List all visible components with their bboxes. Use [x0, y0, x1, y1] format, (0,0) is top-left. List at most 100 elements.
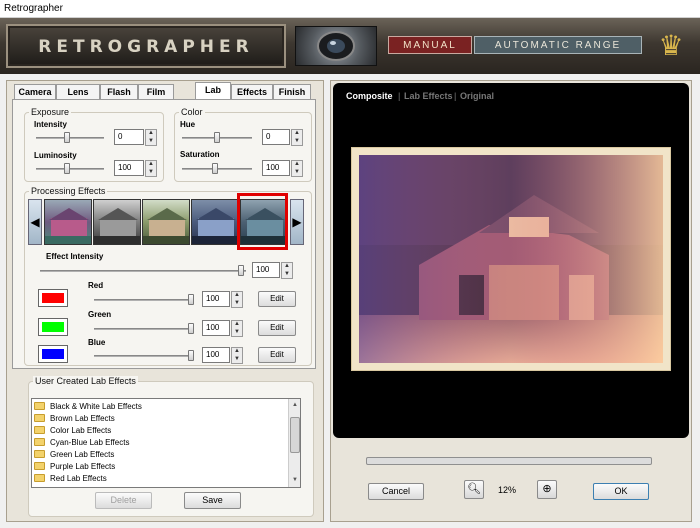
- hue-label: Hue: [180, 120, 196, 129]
- tab-flash[interactable]: Flash: [100, 84, 138, 100]
- red-input[interactable]: 100: [202, 291, 230, 307]
- hue-input[interactable]: 0: [262, 129, 290, 145]
- tab-label: Film: [146, 87, 166, 97]
- view-tab-lab-effects[interactable]: Lab Effects: [404, 91, 453, 101]
- effect-thumbnail[interactable]: [44, 199, 92, 245]
- hue-spinner[interactable]: ▲ ▼: [291, 129, 303, 146]
- scroll-up-icon[interactable]: ▲: [290, 400, 300, 410]
- tab-finish[interactable]: Finish: [273, 84, 311, 100]
- saturation-spinner[interactable]: ▲ ▼: [291, 160, 303, 177]
- luminosity-label: Luminosity: [34, 151, 77, 160]
- tab-label: Lab: [204, 85, 221, 95]
- intensity-spinner[interactable]: ▲ ▼: [145, 129, 157, 146]
- effect-intensity-input[interactable]: 100: [252, 262, 280, 278]
- luminosity-slider-track[interactable]: [36, 168, 104, 170]
- saturation-input[interactable]: 100: [262, 160, 290, 176]
- ok-button[interactable]: OK: [593, 483, 649, 500]
- list-item-label: Brown Lab Effects: [50, 414, 115, 423]
- arrow-right-icon: ▶: [292, 215, 302, 229]
- blue-slider-thumb[interactable]: [188, 350, 194, 361]
- crown-logo-icon: ♛: [658, 29, 684, 62]
- list-item-label: Purple Lab Effects: [50, 462, 116, 471]
- list-scrollbar[interactable]: ▲ ▼: [288, 399, 300, 487]
- folder-icon: [34, 402, 45, 410]
- red-spinner[interactable]: ▲ ▼: [231, 291, 243, 308]
- zoom-in-button[interactable]: ⊕: [537, 480, 557, 499]
- view-separator: |: [454, 91, 457, 101]
- automatic-range-button[interactable]: AUTOMATIC RANGE: [474, 36, 642, 54]
- render-progress-bar: [366, 457, 652, 465]
- tab-label: Lens: [67, 87, 89, 97]
- tab-camera[interactable]: Camera: [14, 84, 56, 100]
- blue-spinner[interactable]: ▲ ▼: [231, 347, 243, 364]
- red-swatch: [38, 289, 68, 307]
- green-slider-thumb[interactable]: [188, 323, 194, 334]
- delete-button[interactable]: Delete: [95, 492, 152, 509]
- effect-intensity-spinner[interactable]: ▲ ▼: [281, 262, 293, 279]
- tab-label: Effects: [236, 87, 267, 97]
- tab-label: Finish: [278, 87, 306, 97]
- list-item[interactable]: Brown Lab Effects: [34, 413, 115, 425]
- tab-label: Camera: [18, 87, 52, 97]
- preview-image: [359, 155, 663, 363]
- user-effects-list: Black & White Lab Effects Brown Lab Effe…: [31, 398, 301, 488]
- luminosity-slider-thumb[interactable]: [64, 163, 70, 174]
- zoom-out-button[interactable]: 🔍︎: [464, 480, 484, 499]
- zoom-level: 12%: [498, 485, 517, 495]
- save-button[interactable]: Save: [184, 492, 241, 509]
- preview-photo: [352, 148, 670, 370]
- view-tab-composite[interactable]: Composite: [346, 91, 393, 101]
- tab-lens[interactable]: Lens: [56, 84, 100, 100]
- effect-intensity-thumb[interactable]: [238, 265, 244, 276]
- manual-mode-button[interactable]: MANUAL: [388, 36, 472, 54]
- scroll-down-icon[interactable]: ▼: [290, 475, 300, 485]
- folder-icon: [34, 426, 45, 434]
- red-slider-track[interactable]: [94, 299, 194, 301]
- blue-edit-button[interactable]: Edit: [258, 347, 296, 363]
- intensity-label: Intensity: [34, 120, 67, 129]
- effect-thumbnail[interactable]: [142, 199, 190, 245]
- tab-film[interactable]: Film: [138, 84, 174, 100]
- effect-intensity-track[interactable]: [40, 270, 246, 272]
- blue-slider-track[interactable]: [94, 355, 194, 357]
- intensity-input[interactable]: 0: [114, 129, 144, 145]
- folder-icon: [34, 450, 45, 458]
- green-edit-button[interactable]: Edit: [258, 320, 296, 336]
- list-item-label: Color Lab Effects: [50, 426, 112, 435]
- green-slider-track[interactable]: [94, 328, 194, 330]
- scrollbar-thumb[interactable]: [290, 417, 300, 453]
- list-item[interactable]: Red Lab Effects: [34, 473, 107, 485]
- red-slider-thumb[interactable]: [188, 294, 194, 305]
- window-title-bar: Retrographer: [0, 0, 700, 18]
- luminosity-spinner[interactable]: ▲ ▼: [145, 160, 157, 177]
- saturation-slider-thumb[interactable]: [212, 163, 218, 174]
- effect-thumbnail[interactable]: [191, 199, 239, 245]
- logo-plate: RETROGRAPHER: [6, 24, 286, 68]
- list-item[interactable]: Black & White Lab Effects: [34, 401, 142, 413]
- tab-label: Flash: [107, 87, 131, 97]
- list-item-label: Cyan-Blue Lab Effects: [50, 438, 130, 447]
- blue-input[interactable]: 100: [202, 347, 230, 363]
- folder-icon: [34, 462, 45, 470]
- effects-next-button[interactable]: ▶: [290, 199, 304, 245]
- cancel-button[interactable]: Cancel: [368, 483, 424, 500]
- intensity-slider-track[interactable]: [36, 137, 104, 139]
- view-tab-original[interactable]: Original: [460, 91, 494, 101]
- luminosity-input[interactable]: 100: [114, 160, 144, 176]
- user-effects-title: User Created Lab Effects: [33, 376, 138, 386]
- blue-label: Blue: [88, 338, 106, 347]
- red-edit-button[interactable]: Edit: [258, 291, 296, 307]
- green-input[interactable]: 100: [202, 320, 230, 336]
- red-label: Red: [88, 281, 104, 290]
- effects-prev-button[interactable]: ◀: [28, 199, 42, 245]
- tab-effects[interactable]: Effects: [231, 84, 273, 100]
- list-item[interactable]: Color Lab Effects: [34, 425, 111, 437]
- green-spinner[interactable]: ▲ ▼: [231, 320, 243, 337]
- list-item[interactable]: Cyan-Blue Lab Effects: [34, 437, 129, 449]
- list-item[interactable]: Purple Lab Effects: [34, 461, 115, 473]
- intensity-slider-thumb[interactable]: [64, 132, 70, 143]
- list-item[interactable]: Green Lab Effects: [34, 449, 114, 461]
- effect-thumbnail[interactable]: [93, 199, 141, 245]
- hue-slider-thumb[interactable]: [214, 132, 220, 143]
- window-title: Retrographer: [4, 3, 63, 14]
